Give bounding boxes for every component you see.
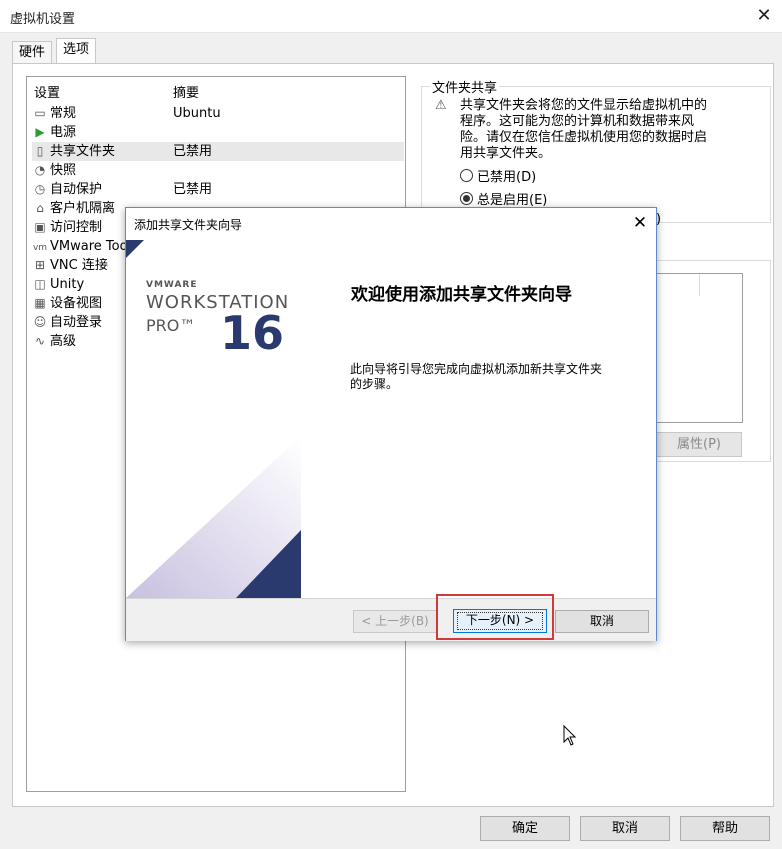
list-item-label: 常规 [50, 106, 77, 121]
column-header-setting[interactable]: 设置 [34, 82, 60, 101]
list-item-label: 共享文件夹 [50, 144, 116, 159]
device-view-icon: ▦ [34, 296, 46, 310]
mouse-cursor-icon [563, 724, 577, 751]
list-item-label: 快照 [50, 163, 77, 178]
radio-circle [460, 192, 473, 205]
isolation-icon: ⌂ [36, 201, 44, 215]
wizard-cancel-button[interactable]: 取消 [555, 610, 649, 633]
radio-label: 已禁用(D) [477, 170, 537, 185]
folders-table-divider [699, 274, 700, 296]
radio-circle [460, 169, 473, 182]
monitor-icon: ▭ [34, 106, 46, 120]
radio-label: 总是启用(E) [477, 193, 548, 208]
warning-icon: ⚠ [435, 98, 447, 113]
folder-sharing-title: 文件夹共享 [430, 77, 500, 96]
add-shared-folder-wizard: 添加共享文件夹向导 ✕ VMWARE WORKSTATION PRO™ 16 欢… [125, 207, 657, 641]
properties-button[interactable]: 属性(P) [656, 432, 742, 457]
list-item-power[interactable]: ▶ 电源 [32, 123, 404, 142]
column-header-summary[interactable]: 摘要 [173, 82, 199, 101]
brand-pro: PRO™ [146, 316, 196, 335]
list-item-snapshots[interactable]: ◔ 快照 [32, 161, 404, 180]
shared-folder-icon: ▯ [36, 144, 44, 158]
advanced-icon: ∿ [34, 334, 46, 348]
title-bar [0, 0, 782, 33]
list-item-shared-folders[interactable]: ▯ 共享文件夹 已禁用 [32, 142, 404, 161]
radio-always-enabled[interactable]: 总是启用(E) [460, 189, 547, 208]
tab-hardware[interactable]: 硬件 [12, 41, 53, 64]
list-item-summary: 已禁用 [173, 182, 213, 197]
list-item-label: Unity [50, 277, 85, 292]
wizard-close-button[interactable]: ✕ [629, 212, 651, 234]
list-item-label: VMware Too [50, 239, 128, 254]
highlight-box [436, 594, 554, 640]
window-close-button[interactable]: ✕ [752, 4, 776, 28]
window-title: 虚拟机设置 [10, 12, 76, 27]
autologin-icon: ☺ [33, 315, 47, 329]
ok-button[interactable]: 确定 [480, 816, 570, 841]
power-icon: ▶ [35, 125, 45, 139]
list-item-label: 客户机隔离 [50, 201, 116, 216]
brand-vmware: VMWARE [146, 280, 198, 290]
list-item-label: 高级 [50, 334, 77, 349]
snapshot-icon: ◔ [34, 163, 46, 177]
unity-icon: ◫ [34, 277, 46, 291]
back-button[interactable]: < 上一步(B) [353, 610, 437, 633]
brand-version: 16 [220, 306, 285, 360]
wizard-title: 添加共享文件夹向导 [134, 218, 243, 232]
tab-options[interactable]: 选项 [56, 38, 97, 65]
access-control-icon: ▣ [34, 220, 46, 234]
list-item-label: 自动登录 [50, 315, 103, 330]
list-item-label: 设备视图 [50, 296, 103, 311]
list-item-label: 电源 [50, 125, 77, 140]
vnc-icon: ⊞ [34, 258, 46, 272]
sharing-warning-text: 共享文件夹会将您的文件显示给虚拟机中的程序。这可能为您的计算机和数据带来风险。请… [460, 98, 708, 161]
help-button[interactable]: 帮助 [680, 816, 770, 841]
radio-disabled[interactable]: 已禁用(D) [460, 166, 536, 185]
cancel-button[interactable]: 取消 [580, 816, 670, 841]
list-item-label: VNC 连接 [50, 258, 108, 273]
autoprotect-icon: ◷ [34, 182, 46, 196]
list-item-label: 自动保护 [50, 182, 103, 197]
list-item-summary: Ubuntu [173, 106, 221, 121]
wizard-heading: 欢迎使用添加共享文件夹向导 [351, 285, 572, 305]
wizard-content: 欢迎使用添加共享文件夹向导 此向导将引导您完成向虚拟机添加新共享文件夹的步骤。 [302, 240, 655, 598]
list-item-label: 访问控制 [50, 220, 103, 235]
wizard-banner: VMWARE WORKSTATION PRO™ 16 [126, 240, 301, 598]
list-item-general[interactable]: ▭ 常规 Ubuntu [32, 104, 404, 123]
list-item-autoprotect[interactable]: ◷ 自动保护 已禁用 [32, 180, 404, 199]
list-item-summary: 已禁用 [173, 144, 213, 159]
wizard-description: 此向导将引导您完成向虚拟机添加新共享文件夹的步骤。 [350, 362, 603, 391]
